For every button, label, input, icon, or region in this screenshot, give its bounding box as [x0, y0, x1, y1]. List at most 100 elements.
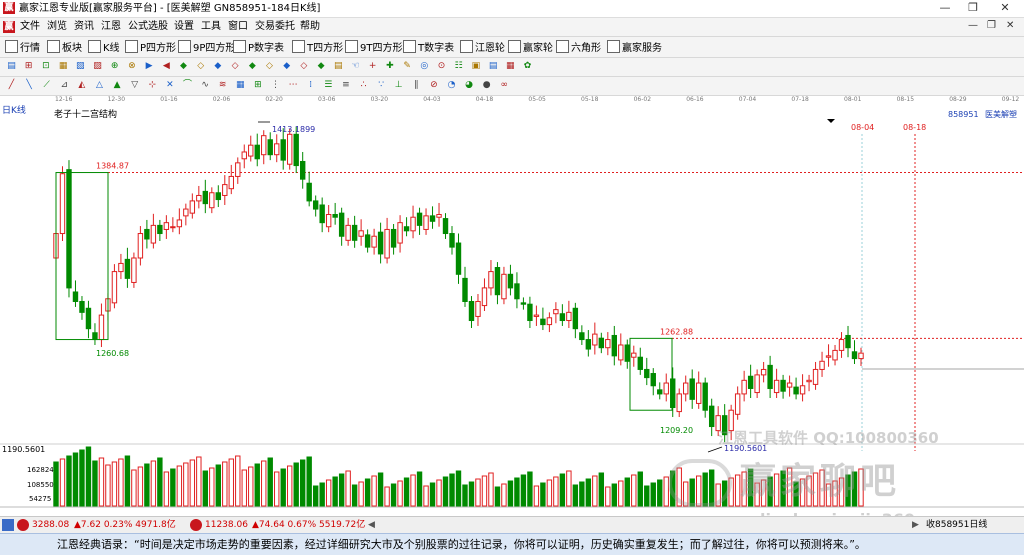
analysis-tool-icon[interactable]: ⊥ [393, 80, 404, 91]
maximize-button[interactable]: ❐ [958, 0, 988, 16]
analysis-tool-icon[interactable]: ⊞ [252, 80, 263, 91]
draw-tool-icon[interactable]: ▧ [75, 61, 86, 72]
draw-tool-icon[interactable]: ◆ [178, 61, 189, 72]
draw-tool-icon[interactable]: ◎ [419, 61, 430, 72]
analysis-tool-icon[interactable]: ∥ [411, 80, 422, 91]
menu-settings[interactable]: 设置 [174, 21, 194, 33]
draw-tool-icon[interactable]: + [367, 61, 378, 72]
menu-trade[interactable]: 交易委托 [255, 21, 295, 33]
candle-body [403, 226, 410, 232]
analysis-tool-icon[interactable]: ⁞ [305, 80, 316, 91]
analysis-tool-icon[interactable]: ◭ [76, 80, 87, 91]
analysis-tool-icon[interactable]: ∿ [200, 80, 211, 91]
menu-info[interactable]: 资讯 [74, 21, 94, 33]
draw-tool-icon[interactable]: ◆ [247, 61, 258, 72]
candle-body [806, 379, 812, 383]
analysis-tool-icon[interactable]: ▽ [129, 80, 140, 91]
analysis-tool-icon[interactable]: △ [94, 80, 105, 91]
toolbar-9p-square-button[interactable]: 9P四方形 [178, 40, 235, 54]
draw-tool-icon[interactable]: ◇ [298, 61, 309, 72]
mdi-close-button[interactable]: ✕ [1006, 20, 1014, 31]
menu-gann[interactable]: 江恩 [101, 21, 121, 33]
toolbar-service-button[interactable]: 赢家服务 [607, 40, 662, 54]
draw-tool-icon[interactable]: ⊕ [109, 61, 120, 72]
analysis-tool-icon[interactable]: ⊿ [59, 80, 70, 91]
toolbar-p-square-button[interactable]: P四方形 [125, 40, 176, 54]
analysis-tool-icon[interactable]: ∴ [358, 80, 369, 91]
toolbar-9t-square-button[interactable]: 9T四方形 [345, 40, 402, 54]
draw-tool-icon[interactable]: ⊙ [436, 61, 447, 72]
analysis-tool-icon[interactable]: ∵ [376, 80, 387, 91]
draw-tool-icon[interactable]: ✎ [402, 61, 413, 72]
volume-bar [306, 456, 312, 507]
menu-formula-select[interactable]: 公式选股 [128, 21, 168, 33]
toolbar-p-number-table-button[interactable]: P数字表 [233, 40, 284, 54]
candle-body [734, 393, 741, 415]
analysis-tool-icon[interactable]: ≋ [217, 80, 228, 91]
date-tick: 04-03 [423, 96, 441, 103]
toolbar-blocks-button[interactable]: 板块 [47, 40, 82, 54]
menu-help[interactable]: 帮助 [300, 21, 320, 33]
analysis-tool-icon[interactable]: ⊹ [147, 80, 158, 91]
draw-tool-icon[interactable]: ▣ [470, 61, 481, 72]
draw-tool-icon[interactable]: ◆ [281, 61, 292, 72]
toolbar-winner-wheel-button[interactable]: 赢家轮 [508, 40, 553, 54]
toolbar-t-number-table-button[interactable]: T数字表 [403, 40, 454, 54]
candle-body [364, 234, 371, 248]
analysis-tool-icon[interactable]: ◕ [464, 80, 475, 91]
draw-tool-icon[interactable]: ⊗ [126, 61, 137, 72]
candle-body [553, 309, 559, 315]
draw-tool-icon[interactable]: ✿ [522, 61, 533, 72]
draw-tool-icon[interactable]: ✚ [384, 61, 395, 72]
menu-window[interactable]: 窗口 [228, 21, 248, 33]
draw-tool-icon[interactable]: ⊡ [40, 61, 51, 72]
draw-tool-icon[interactable]: ◇ [195, 61, 206, 72]
analysis-tool-icon[interactable]: ⌒ [182, 80, 193, 91]
draw-tool-icon[interactable]: ◆ [316, 61, 327, 72]
analysis-tool-icon[interactable]: ⟋ [41, 80, 52, 91]
draw-tool-icon[interactable]: ◇ [230, 61, 241, 72]
mdi-restore-button[interactable]: ❐ [987, 20, 996, 31]
analysis-tool-icon[interactable]: ⋮ [270, 80, 281, 91]
analysis-tool-icon[interactable]: ▲ [112, 80, 123, 91]
draw-tool-icon[interactable]: ◇ [264, 61, 275, 72]
draw-tool-icon[interactable]: ▦ [58, 61, 69, 72]
draw-tool-icon[interactable]: ▶ [144, 61, 155, 72]
analysis-tool-icon[interactable]: ◔ [446, 80, 457, 91]
toolbar-gann-wheel-button[interactable]: 江恩轮 [460, 40, 505, 54]
analysis-tool-icon[interactable]: ☰ [323, 80, 334, 91]
toolbar-kline-button[interactable]: K线 [88, 40, 120, 54]
mdi-minimize-button[interactable]: — [968, 20, 978, 31]
draw-tool-icon[interactable]: ▨ [92, 61, 103, 72]
date-tick: 06-16 [686, 96, 704, 103]
analysis-tool-icon[interactable]: ⋯ [288, 80, 299, 91]
analysis-tool-icon[interactable]: ⊘ [428, 80, 439, 91]
analysis-tool-icon[interactable]: ╲ [24, 80, 35, 91]
menu-tools[interactable]: 工具 [201, 21, 221, 33]
scroll-right-icon[interactable]: ▶ [912, 517, 919, 533]
draw-tool-icon[interactable]: ▦ [505, 61, 516, 72]
draw-tool-icon[interactable]: ⊞ [23, 61, 34, 72]
menu-browse[interactable]: 浏览 [47, 21, 67, 33]
draw-tool-icon[interactable]: ▤ [333, 61, 344, 72]
draw-tool-icon[interactable]: ◀ [161, 61, 172, 72]
analysis-tool-icon[interactable]: ✕ [164, 80, 175, 91]
draw-tool-icon[interactable]: ◆ [212, 61, 223, 72]
close-button[interactable]: ✕ [990, 0, 1020, 16]
grid-icon[interactable] [2, 519, 14, 531]
menu-file[interactable]: 文件 [20, 21, 40, 33]
draw-tool-icon[interactable]: ▤ [488, 61, 499, 72]
analysis-tool-icon[interactable]: ∞ [499, 80, 510, 91]
scroll-left-icon[interactable]: ◀ [368, 517, 375, 533]
draw-tool-icon[interactable]: ☜ [350, 61, 361, 72]
toolbar-hexagon-button[interactable]: 六角形 [556, 40, 601, 54]
toolbar-grid-button[interactable]: 行情 [5, 40, 40, 54]
minimize-button[interactable]: — [930, 0, 960, 16]
analysis-tool-icon[interactable]: ▦ [235, 80, 246, 91]
analysis-tool-icon[interactable]: ≡ [340, 80, 351, 91]
toolbar-t-square-button[interactable]: T四方形 [292, 40, 343, 54]
draw-tool-icon[interactable]: ☷ [453, 61, 464, 72]
analysis-tool-icon[interactable]: ● [481, 80, 492, 91]
analysis-tool-icon[interactable]: ╱ [6, 80, 17, 91]
draw-tool-icon[interactable]: ▤ [6, 61, 17, 72]
